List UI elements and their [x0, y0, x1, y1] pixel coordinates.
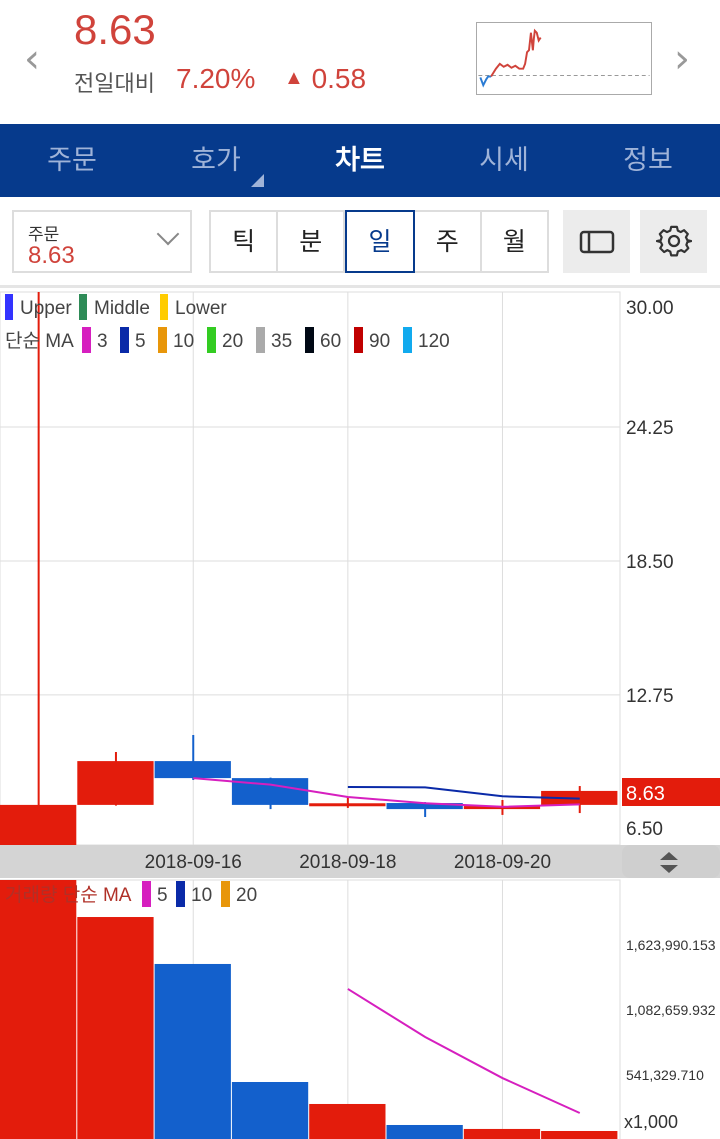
y-tick-label: 6.50 [626, 819, 663, 840]
ma-label: 단순 MA [5, 330, 74, 352]
volume-bars [0, 880, 618, 1139]
ma-legend-label: 35 [271, 331, 292, 352]
ma-swatch [82, 327, 91, 353]
change-value: ▲ 0.58 [284, 63, 367, 94]
candle-body [0, 804, 77, 845]
volume-ma5-line [347, 988, 581, 1114]
candle-body [309, 803, 386, 807]
chart-area[interactable]: 30.00 24.25 18.50 12.75 6.50 8.63 Upper Midd… [0, 288, 720, 1139]
ma-legend-label: 20 [222, 331, 243, 352]
x-tick-label: 2018-09-20 [454, 852, 551, 873]
period-month[interactable]: 월 [482, 212, 547, 271]
ma-legend-label: 5 [157, 885, 168, 906]
y-tick-label: 12.75 [626, 686, 674, 707]
ma-legend-label: 10 [173, 331, 194, 352]
x-tick-label: 2018-09-16 [145, 852, 242, 873]
volume-legend: 거래량 단순 MA 5 10 20 [5, 881, 257, 907]
volume-bar [309, 1103, 386, 1139]
ma-legend-label: 20 [236, 885, 257, 906]
ma-swatch [221, 881, 230, 907]
y-tick-label: 541,329.710 [626, 1067, 704, 1083]
ma-swatch [158, 327, 167, 353]
last-price-label: 8.63 [626, 783, 665, 805]
volume-bar [77, 917, 154, 1139]
volume-bar [541, 1130, 618, 1139]
price-candles [0, 292, 618, 845]
ma-swatch [305, 327, 314, 353]
ma-legend-label: 5 [135, 331, 146, 352]
panel-layout-icon [579, 230, 614, 253]
candle-body [77, 761, 154, 805]
ma-legend-label: 10 [191, 885, 212, 906]
legend-upper: Upper [20, 298, 72, 319]
main-tabs: 주문 호가 차트 시세 정보 [0, 124, 720, 197]
tab-orderbook[interactable]: 호가 [144, 124, 288, 197]
y-tick-label: 1,623,990.153 [626, 937, 716, 953]
ma-swatch [142, 881, 151, 907]
y-tick-label: 18.50 [626, 552, 674, 573]
tab-chart[interactable]: 차트 [288, 124, 432, 197]
ma-swatch [403, 327, 412, 353]
order-price: 8.63 [28, 242, 75, 269]
corner-triangle-icon [251, 174, 264, 187]
layout-button[interactable] [563, 210, 630, 273]
chevron-left-icon[interactable]: ‹ [24, 36, 40, 82]
volume-unit: x1,000 [624, 1112, 678, 1132]
ma-legend-label: 90 [369, 331, 390, 352]
tab-info[interactable]: 정보 [576, 124, 720, 197]
volume-label: 거래량 단순 MA [5, 884, 132, 906]
chevron-down-icon [156, 222, 180, 246]
y-tick-label: 1,082,659.932 [626, 1002, 716, 1018]
legend-middle: Middle [94, 298, 150, 319]
period-minute[interactable]: 분 [278, 212, 346, 271]
ma-swatch [207, 327, 216, 353]
ma-legend-label: 60 [320, 331, 341, 352]
y-tick-label: 30.00 [626, 298, 674, 319]
volume-bar [231, 1082, 309, 1139]
compare-label: 전일대비 [74, 72, 155, 97]
ma-swatch [120, 327, 129, 353]
period-day[interactable]: 일 [345, 210, 415, 273]
ma-legend-label: 3 [97, 331, 108, 352]
up-triangle-icon: ▲ [284, 67, 304, 89]
ma-swatch [176, 881, 185, 907]
price-legend: Upper Middle Lower 단순 MA 3 5 10 20 35 60 90 120 [5, 294, 450, 353]
volume-bar [0, 880, 77, 1139]
legend-lower: Lower [175, 298, 227, 319]
quote-header: ‹ › 8.63 전일대비 7.20% ▲ 0.58 [0, 0, 720, 122]
change-percent: 7.20% [176, 63, 256, 94]
x-tick-label: 2018-09-18 [299, 852, 396, 873]
chevron-right-icon[interactable]: › [674, 36, 690, 82]
resize-handle[interactable] [622, 845, 720, 878]
ma-legend-label: 120 [418, 331, 450, 352]
volume-bar [386, 1124, 463, 1139]
settings-button[interactable] [640, 210, 707, 273]
volume-bar [463, 1128, 541, 1139]
tab-quotes[interactable]: 시세 [432, 124, 576, 197]
legend-swatch [79, 294, 87, 320]
ma-swatch [256, 327, 265, 353]
period-tick[interactable]: 틱 [211, 212, 279, 271]
legend-swatch [5, 294, 13, 320]
period-selector: 틱 분 일 주 월 [209, 210, 549, 273]
legend-swatch [160, 294, 168, 320]
gear-icon [655, 225, 692, 256]
mini-intraday-chart[interactable] [476, 22, 652, 95]
tab-order[interactable]: 주문 [0, 124, 144, 197]
ma-swatch [354, 327, 363, 353]
y-tick-label: 24.25 [626, 418, 674, 439]
current-price: 8.63 [74, 6, 156, 53]
order-dropdown[interactable]: 주문 8.63 [12, 210, 192, 273]
period-week[interactable]: 주 [415, 212, 482, 271]
candle-body [154, 761, 231, 779]
volume-bar [154, 963, 231, 1139]
